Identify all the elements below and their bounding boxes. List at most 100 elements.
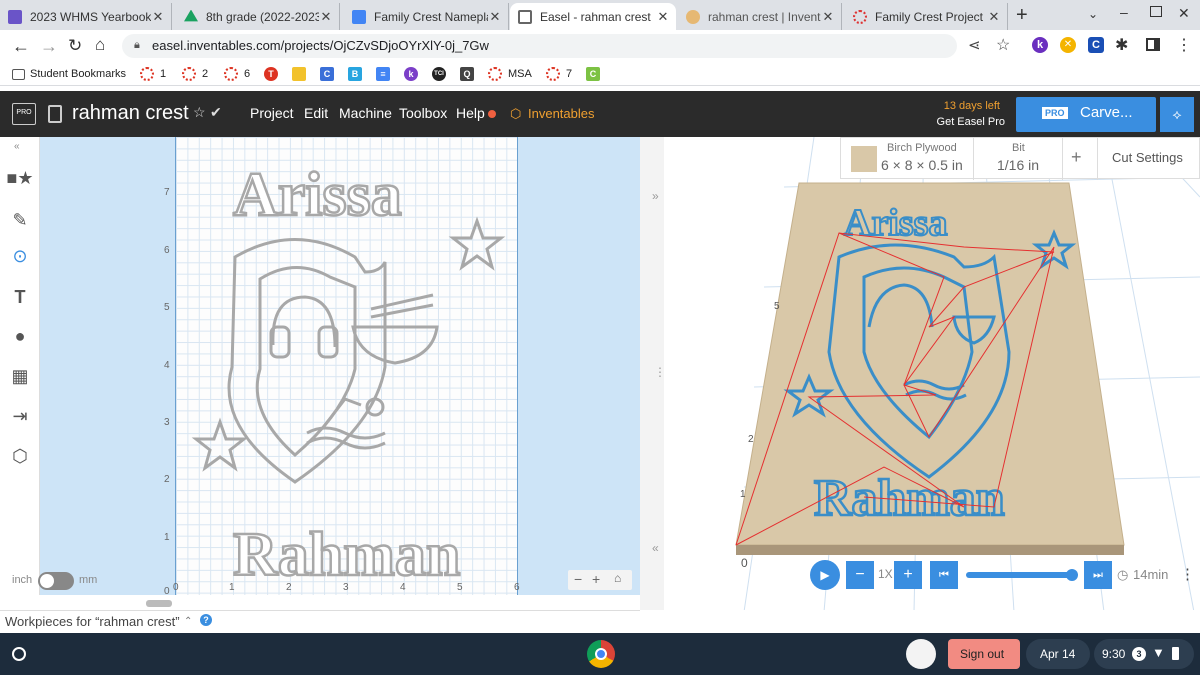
- expand-left-icon[interactable]: «: [652, 541, 659, 555]
- cut-settings-button[interactable]: Cut Settings: [1097, 138, 1200, 180]
- bookmark-q[interactable]: Q: [460, 66, 479, 82]
- zoom-out-button[interactable]: −: [574, 571, 582, 587]
- close-icon[interactable]: ✕: [319, 9, 333, 25]
- date-tray[interactable]: Apr 14: [1026, 639, 1090, 669]
- puzzle-icon[interactable]: ✱: [1115, 35, 1128, 55]
- menu-kebab-icon[interactable]: ⋮: [1176, 35, 1192, 55]
- bookmark-6[interactable]: 6: [224, 66, 250, 82]
- text-icon[interactable]: T: [6, 284, 34, 310]
- inventables-logo-icon[interactable]: ⬡: [510, 106, 521, 122]
- bookmark-1[interactable]: 1: [140, 66, 166, 82]
- bookmark-k[interactable]: k: [404, 66, 423, 82]
- bookmark-7[interactable]: 7: [546, 66, 572, 82]
- skip-end-button[interactable]: ⏭: [1084, 561, 1112, 589]
- top-name-text[interactable]: Arissa: [232, 160, 403, 231]
- 3d-cube-icon[interactable]: ⬡: [6, 443, 34, 469]
- headphones-icon[interactable]: [271, 295, 337, 348]
- bookmark-b[interactable]: B: [348, 66, 367, 82]
- noodle-bowl-icon[interactable]: [351, 325, 439, 365]
- side-panel-icon[interactable]: [1146, 38, 1160, 51]
- favorite-star-icon[interactable]: ☆: [193, 104, 206, 121]
- unit-toggle[interactable]: [38, 572, 74, 590]
- material-name[interactable]: Birch Plywood: [887, 142, 957, 154]
- play-button[interactable]: ▶: [810, 560, 840, 590]
- omnibox[interactable]: 🔒︎ easel.inventables.com/projects/OjCZvS…: [122, 34, 1010, 58]
- bookmark-yellow[interactable]: [292, 66, 311, 82]
- faster-button[interactable]: +: [894, 561, 922, 589]
- back-icon[interactable]: ←: [12, 36, 30, 57]
- menu-edit[interactable]: Edit: [304, 105, 328, 121]
- tote-icon[interactable]: [906, 639, 936, 669]
- inventables-link[interactable]: Inventables: [528, 106, 595, 121]
- import-icon[interactable]: ⇥: [6, 403, 34, 429]
- horizontal-scrollbar[interactable]: [146, 600, 172, 607]
- tab-8th-grade[interactable]: 8th grade (2022-2023) ✕: [176, 3, 340, 30]
- bookmark-2[interactable]: 2: [182, 66, 208, 82]
- launcher-icon[interactable]: [12, 647, 26, 661]
- menu-help[interactable]: Help: [456, 105, 485, 121]
- status-tray[interactable]: 9:30 3 ▼: [1094, 639, 1194, 669]
- bookmark-star-icon[interactable]: ☆: [996, 35, 1010, 55]
- lock-icon[interactable]: 🔒︎: [134, 39, 140, 52]
- bookmark-tci[interactable]: TCI: [432, 66, 451, 82]
- bookmark-t[interactable]: T: [264, 66, 283, 82]
- apple-icon[interactable]: ●: [6, 323, 34, 349]
- forward-icon[interactable]: →: [40, 36, 58, 57]
- more-options-icon[interactable]: ⋮: [1180, 565, 1195, 583]
- tab-family-crest-nameplate[interactable]: Family Crest Nameplat ✕: [344, 3, 509, 30]
- pen-icon[interactable]: ✎: [6, 207, 34, 233]
- close-icon[interactable]: ✕: [987, 9, 1001, 25]
- sign-out-button[interactable]: Sign out: [948, 639, 1020, 669]
- bookmark-folder-student[interactable]: Student Bookmarks: [12, 66, 126, 82]
- close-icon[interactable]: ✕: [821, 9, 835, 25]
- material-swatch[interactable]: [851, 146, 877, 172]
- collapse-icon[interactable]: «: [14, 141, 20, 152]
- close-window-icon[interactable]: ✕: [1178, 5, 1190, 22]
- reload-icon[interactable]: ↻: [68, 36, 82, 56]
- tab-search-icon[interactable]: ⌄: [1088, 7, 1098, 21]
- url-text[interactable]: easel.inventables.com/projects/OjCZvSDjo…: [152, 38, 489, 53]
- crest-design[interactable]: Arissa Rahman: [175, 137, 518, 595]
- split-divider[interactable]: » ⋮ «: [640, 137, 666, 612]
- carve-button[interactable]: PRO Carve...: [1016, 97, 1156, 132]
- get-pro-link[interactable]: Get Easel Pro: [930, 116, 1005, 128]
- shapes-icon[interactable]: ■★: [6, 165, 34, 191]
- close-icon[interactable]: ✕: [656, 9, 670, 25]
- expand-right-icon[interactable]: »: [652, 189, 659, 203]
- star-left[interactable]: [191, 417, 249, 472]
- zoom-in-button[interactable]: +: [592, 571, 600, 587]
- workpieces-label[interactable]: Workpieces for “rahman crest”: [5, 614, 180, 629]
- caret-up-icon[interactable]: ⌃: [184, 616, 192, 627]
- apps-icon[interactable]: ▦: [6, 363, 34, 389]
- menu-project[interactable]: Project: [250, 105, 294, 121]
- add-bit-button[interactable]: +: [1071, 147, 1082, 168]
- share-icon[interactable]: ⋖: [968, 36, 981, 54]
- clever-extension-icon[interactable]: C: [1088, 37, 1104, 53]
- bookmark-docs[interactable]: ≡: [376, 66, 395, 82]
- minimize-icon[interactable]: –: [1120, 4, 1128, 20]
- tab-inventables[interactable]: rahman crest | Inventab✕: [678, 3, 842, 30]
- new-tab-button[interactable]: +: [1016, 4, 1028, 27]
- slider-handle[interactable]: [1066, 569, 1078, 581]
- material-size[interactable]: 6 × 8 × 0.5 in: [881, 157, 963, 173]
- menu-toolbox[interactable]: Toolbox: [399, 105, 447, 121]
- chrome-icon[interactable]: [587, 640, 615, 668]
- bottom-name-text[interactable]: Rahman: [232, 520, 462, 591]
- machine-connect-icon[interactable]: ⟡: [1160, 97, 1194, 132]
- menu-machine[interactable]: Machine: [339, 105, 392, 121]
- bookmark-c-green[interactable]: C: [586, 66, 605, 82]
- tab-yearbook[interactable]: 2023 WHMS Yearbook ✕: [0, 3, 172, 30]
- target-icon[interactable]: ⊙: [6, 243, 34, 269]
- tab-easel-active[interactable]: Easel - rahman crest ✕: [510, 3, 676, 30]
- kami-extension-icon[interactable]: k: [1032, 37, 1048, 53]
- bit-selector[interactable]: Bit 1/16 in: [973, 138, 1063, 180]
- skip-start-button[interactable]: ⏮: [930, 561, 958, 589]
- close-icon[interactable]: ✕: [488, 9, 502, 25]
- home-view-icon[interactable]: ⌂: [614, 571, 621, 585]
- bookmark-msa[interactable]: MSA: [488, 66, 532, 82]
- slower-button[interactable]: −: [846, 561, 874, 589]
- star-right[interactable]: [448, 216, 506, 271]
- home-icon[interactable]: ⌂: [95, 35, 105, 55]
- progress-slider[interactable]: [966, 572, 1074, 578]
- close-icon[interactable]: ✕: [151, 9, 165, 25]
